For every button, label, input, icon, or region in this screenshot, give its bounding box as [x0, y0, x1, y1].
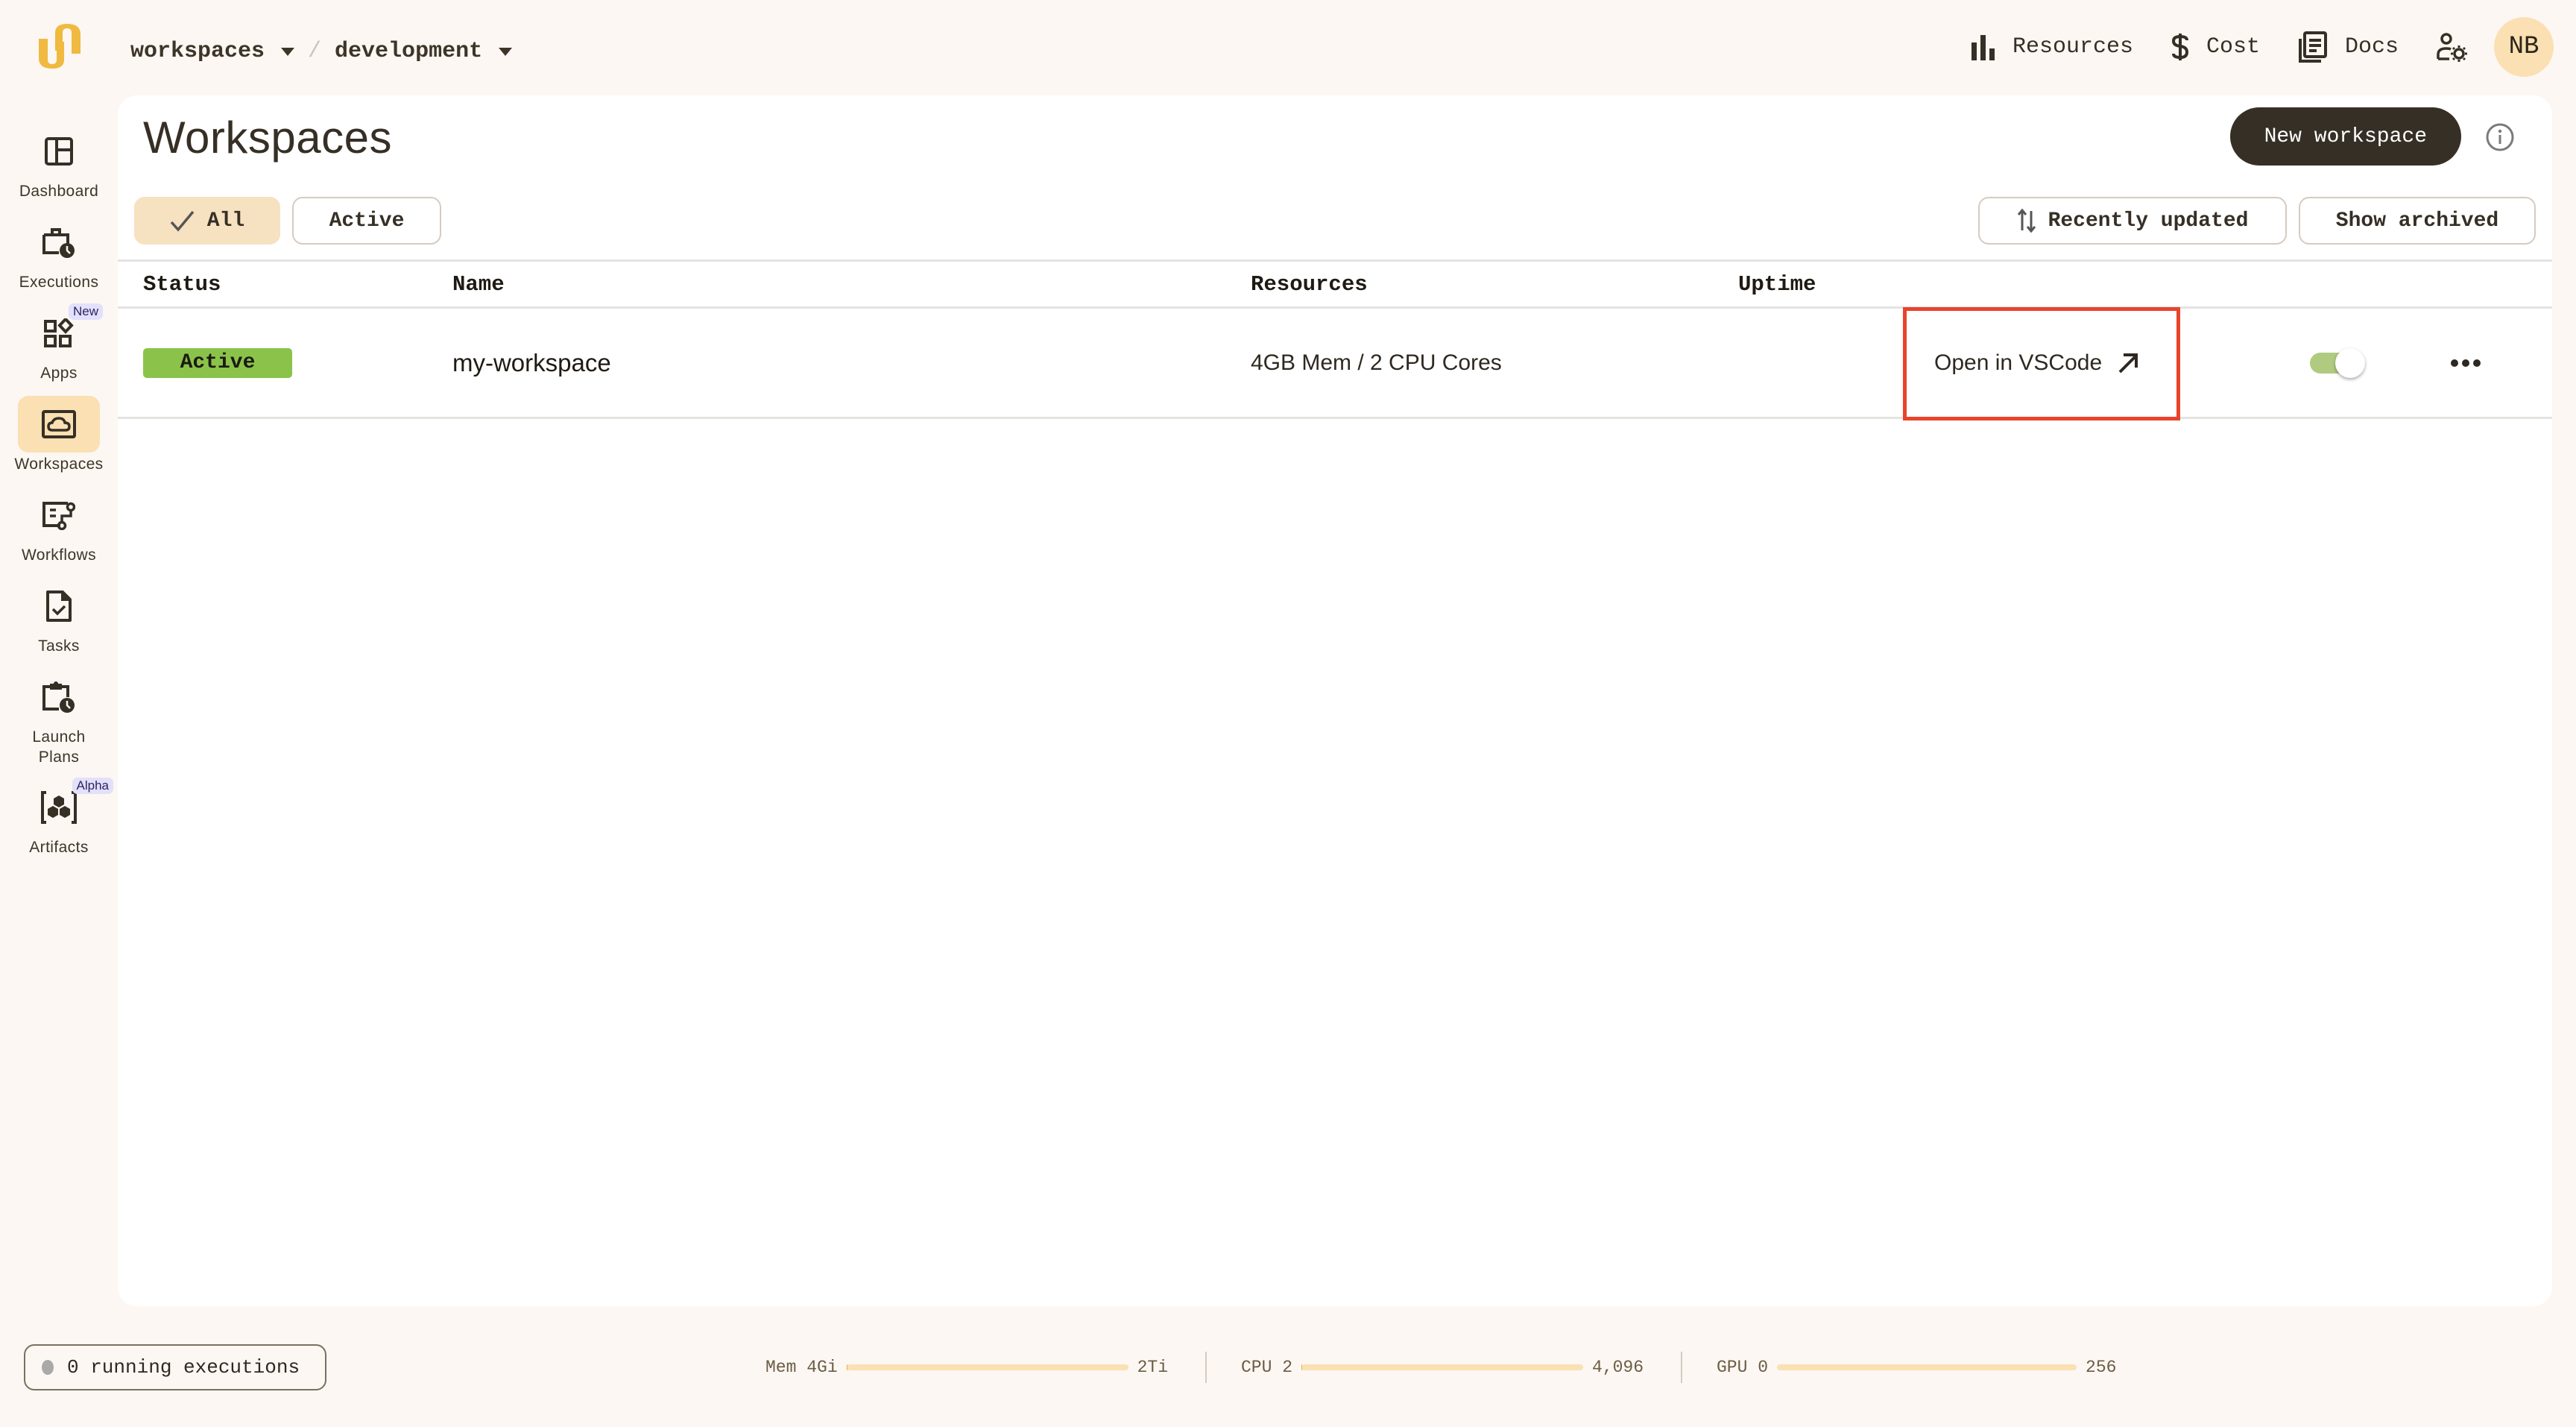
open-in-vscode-link[interactable]: Open in VSCode: [1934, 350, 2139, 376]
chevron-down-icon: [281, 47, 295, 56]
sidebar-item-launch-plans[interactable]: Launch Plans: [0, 669, 118, 779]
artifacts-icon: [41, 791, 77, 824]
apps-icon: [44, 318, 74, 347]
sidebar-item-executions[interactable]: Executions: [0, 214, 118, 305]
sidebar-item-workflows[interactable]: Workflows: [0, 487, 118, 578]
status-dot-icon: [42, 1360, 54, 1375]
running-executions-button[interactable]: 0 running executions: [24, 1344, 326, 1390]
open-in-vscode-label: Open in VSCode: [1934, 350, 2103, 375]
nav-docs-label: Docs: [2344, 34, 2399, 60]
dollar-icon: [2171, 34, 2188, 60]
info-icon[interactable]: [2485, 122, 2515, 152]
sidebar-item-label: Apps: [40, 365, 78, 382]
dashboard-icon: [45, 137, 73, 166]
sidebar-item-label: Executions: [19, 274, 99, 291]
status-badge: Active: [143, 347, 292, 378]
breadcrumb-project-label: workspaces: [130, 39, 265, 64]
breadcrumb-domain-label: development: [335, 39, 483, 64]
new-badge: New: [68, 303, 103, 320]
filter-all[interactable]: All: [134, 197, 280, 245]
workspaces-icon: [42, 410, 76, 438]
sidebar-item-tasks[interactable]: Tasks: [0, 578, 118, 669]
sidebar-item-label: Artifacts: [29, 839, 89, 856]
launch-plans-icon: [42, 681, 75, 713]
sidebar-item-label: Launch Plans: [32, 728, 86, 766]
filter-active-label: Active: [329, 209, 405, 233]
nav-cost[interactable]: Cost: [2171, 32, 2260, 62]
workspaces-table: Status Name Resources Uptime Active my-w…: [118, 259, 2552, 419]
quota-mem-label: Mem 4Gi: [765, 1358, 838, 1377]
top-nav: Resources Cost Docs NB: [1971, 16, 2554, 78]
breadcrumb-project[interactable]: workspaces: [130, 39, 295, 64]
workflows-icon: [42, 502, 75, 530]
column-header-name[interactable]: Name: [452, 262, 505, 306]
quota-cpu-bar: [1301, 1364, 1584, 1370]
filter-all-label: All: [206, 209, 245, 233]
sort-label: Recently updated: [2048, 209, 2249, 233]
sidebar-item-artifacts[interactable]: Alpha Artifacts: [0, 778, 118, 870]
chevron-down-icon: [499, 47, 513, 56]
sidebar-item-label: Workspaces: [14, 456, 104, 473]
show-archived-button[interactable]: Show archived: [2299, 197, 2536, 245]
quota-cpu-max: 4,096: [1592, 1358, 1644, 1377]
workspace-resources: 4GB Mem / 2 CPU Cores: [1251, 350, 1502, 375]
column-header-uptime[interactable]: Uptime: [1738, 262, 1816, 306]
breadcrumb: workspaces / development: [130, 33, 513, 70]
new-workspace-button[interactable]: New workspace: [2229, 107, 2461, 166]
nav-resources[interactable]: Resources: [1971, 34, 2133, 60]
nav-docs[interactable]: Docs: [2297, 31, 2399, 63]
quota-mem: Mem 4Gi 2Ti: [765, 1351, 1168, 1384]
sidebar-item-label: Workflows: [21, 546, 97, 564]
sidebar-item-dashboard[interactable]: Dashboard: [0, 123, 118, 214]
sidebar-item-label: Tasks: [38, 637, 80, 655]
breadcrumb-domain[interactable]: development: [335, 39, 513, 64]
sort-button[interactable]: Recently updated: [1978, 197, 2287, 245]
user-settings-button[interactable]: [2436, 32, 2467, 62]
quota-cpu: CPU 2 4,096: [1241, 1351, 1644, 1384]
tasks-icon: [46, 590, 72, 622]
show-archived-label: Show archived: [2335, 209, 2499, 233]
bar-chart-icon: [1971, 35, 1995, 60]
quota-mem-bar: [846, 1364, 1128, 1370]
nav-cost-label: Cost: [2206, 34, 2260, 60]
workspace-enabled-toggle[interactable]: [2310, 347, 2365, 378]
table-row[interactable]: Active my-workspace 4GB Mem / 2 CPU Core…: [118, 309, 2552, 419]
nav-resources-label: Resources: [2012, 34, 2133, 60]
running-executions-label: 0 running executions: [67, 1356, 300, 1379]
app-logo[interactable]: [34, 21, 85, 72]
main-panel: Workspaces New workspace All Active Rece…: [118, 95, 2552, 1306]
quota-gpu-max: 256: [2086, 1358, 2117, 1377]
external-link-icon: [2118, 353, 2138, 373]
sidebar: Dashboard Executions New Apps Workspaces…: [0, 123, 118, 870]
avatar[interactable]: NB: [2494, 17, 2554, 77]
alpha-badge: Alpha: [72, 778, 113, 794]
quota-gpu-bar: [1777, 1364, 2077, 1370]
docs-icon: [2298, 31, 2327, 63]
executions-icon: [42, 228, 75, 258]
quota-mem-max: 2Ti: [1137, 1358, 1169, 1377]
more-options-icon[interactable]: [2451, 359, 2481, 367]
sort-icon: [2017, 208, 2036, 233]
check-icon: [170, 210, 195, 232]
sidebar-item-label: Dashboard: [19, 183, 99, 200]
quota-cpu-label: CPU 2: [1241, 1358, 1293, 1377]
divider: [1205, 1352, 1207, 1383]
page-title: Workspaces: [143, 113, 393, 163]
table-header: Status Name Resources Uptime: [118, 259, 2552, 309]
breadcrumb-separator: /: [308, 39, 322, 64]
workspace-name[interactable]: my-workspace: [452, 349, 611, 377]
filter-active[interactable]: Active: [292, 197, 441, 245]
column-header-resources[interactable]: Resources: [1251, 262, 1368, 306]
sidebar-item-workspaces[interactable]: Workspaces: [0, 396, 118, 487]
sidebar-item-apps[interactable]: New Apps: [0, 303, 118, 396]
column-header-status[interactable]: Status: [143, 262, 221, 306]
user-settings-icon: [2437, 33, 2467, 62]
quota-gpu-label: GPU 0: [1717, 1358, 1769, 1377]
divider: [1681, 1352, 1682, 1383]
quota-gpu: GPU 0 256: [1717, 1351, 2116, 1384]
